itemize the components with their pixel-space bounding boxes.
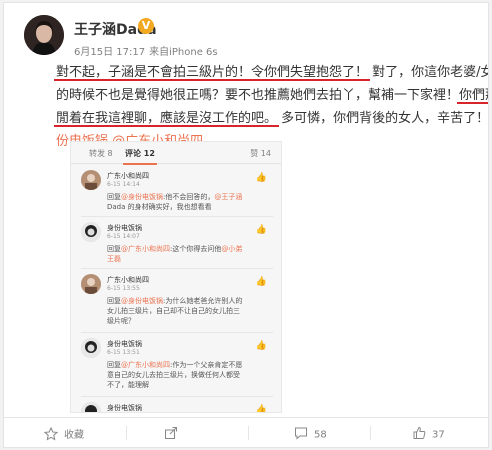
comment-text: 回复@身份电饭锅:为什么她老爸允许别人的 女儿拍三级片，自己却不让自己的女儿拍三… [107,296,267,326]
comment-like-icon[interactable]: 👍 [256,341,267,351]
action-bar: 收藏 58 37 [4,417,488,447]
comment-time: 6-15 13:55 [107,285,140,292]
commenter-name[interactable]: 身份电饭锅 [107,339,142,349]
comment-text-part: :这个你得去问他 [170,245,222,253]
commenter-avatar[interactable] [81,222,101,242]
like-button[interactable]: 37 [412,426,445,443]
reply-prefix: 回复 [107,297,121,305]
post-source: 来自iPhone 6s [149,47,218,58]
post-text-line3: 多可憐，你們背後的女人，辛苦了！ [281,111,489,126]
commenter-name[interactable]: 身份电饭锅 [107,223,142,233]
post-text-line1-rest: 對了，你這你老婆/女朋友 [372,65,488,80]
star-icon [43,426,59,444]
post-meta: 6月15日 17:17 来自iPhone 6s [74,43,218,58]
divider [81,396,273,397]
divider [248,426,249,440]
commenter-name[interactable]: 广东小和尚四 [107,171,149,181]
divider [81,216,273,217]
commenter-name[interactable]: 身份电饭锅 [107,403,142,412]
comment-like-icon[interactable]: 👍 [256,173,267,183]
favorite-label: 收藏 [64,430,84,441]
commenter-avatar[interactable] [81,170,101,190]
comment-time: 6-15 13:51 [107,349,140,356]
mention-link[interactable]: @广东小和尚四 [121,361,170,369]
verified-icon: V [138,18,154,34]
share-icon [164,426,178,443]
comment-text-part: 女儿拍三级片，自己却不让自己的女儿拍三 [107,307,240,315]
underlined-text-2: 你們那麼 [459,88,488,103]
commenter-avatar[interactable] [81,274,101,294]
comment-icon [294,426,308,443]
commenter-name[interactable]: 广东小和尚四 [107,275,149,285]
mention-link[interactable]: @小弟 [221,245,242,253]
tab-likes[interactable]: 赞 14 [250,148,271,159]
favorite-button[interactable]: 收藏 [43,426,84,444]
comment-button[interactable]: 58 [294,426,327,443]
mention-link[interactable]: @王子涵 [214,193,242,201]
comment-text-part: 不了，能理解 [107,381,149,389]
reply-prefix: 回复 [107,245,121,253]
comment-panel: 转发 8 评论 12 赞 14 广东小和尚四 6-15 14:14 👍 回复@身… [70,141,282,413]
reply-prefix: 回复 [107,361,121,369]
share-button[interactable] [164,426,184,443]
comment-text: 回复@广东小和尚四:作为一个父亲肯定不愿 意自己的女儿去拍三级片，换做任何人都受… [107,360,267,390]
underlined-text-3: 閒着在我這裡聊，應該是沒工作的吧。 [56,111,278,126]
comment-text-part: :他不会回答的， [163,193,215,201]
comment-like-icon[interactable]: 👍 [256,405,267,412]
mention-link[interactable]: @广东小和尚四 [121,245,170,253]
weibo-post-card: 王子涵Dada V 6月15日 17:17 来自iPhone 6s 對不起，子涵是… [3,2,489,448]
tab-comments[interactable]: 评论 12 [123,148,157,165]
comment-text: 回复@广东小和尚四:这个你得去问他@小弟 王磊 [107,244,267,264]
like-count: 37 [432,429,445,441]
comment-count: 58 [314,429,327,441]
comment-time: 6-15 14:14 [107,181,140,188]
divider [370,426,371,440]
comment-text-part: Dada 的身材确实好，我也想看看 [107,203,212,211]
post-text: 對不起，子涵是不會拍三級片的！令你們失望抱怨了！ 對了，你這你老婆/女朋友 的時… [56,61,488,153]
reply-prefix: 回复 [107,193,121,201]
comment-like-icon[interactable]: 👍 [256,225,267,235]
mention-link[interactable]: @身份电饭锅 [121,297,163,305]
comment-text-part: :为什么她老爸允许别人的 [163,297,243,305]
comment-text: 回复@身份电饭锅:他不会回答的，@王子涵 Dada 的身材确实好，我也想看看 [107,192,267,212]
comment-text-part: 级片呢？ [107,317,135,325]
divider [126,426,127,440]
comment-time: 6-15 14:07 [107,233,140,240]
tab-forward[interactable]: 转发 8 [89,148,113,159]
comment-panel-tabs: 转发 8 评论 12 赞 14 [71,142,281,165]
underlined-text-1: 對不起，子涵是不會拍三級片的！令你們失望抱怨了！ [56,65,369,80]
post-text-line2: 的時候不也是覺得她很正嗎？要不也推薦她們去拍丫，幫補一下家裡！ [56,88,460,103]
mention-link[interactable]: 王磊 [107,255,121,263]
comment-text-part: :作为一个父亲肯定不愿 [170,361,243,369]
comment-like-icon[interactable]: 👍 [256,277,267,287]
mention-link[interactable]: @身份电饭锅 [121,193,163,201]
comment-text-part: 意自己的女儿去拍三级片，换做任何人都受 [107,371,240,379]
post-date[interactable]: 6月15日 17:17 [74,47,145,58]
commenter-avatar[interactable] [81,402,101,412]
author-avatar[interactable] [24,15,64,55]
thumbs-up-icon [412,426,426,443]
divider [81,332,273,333]
commenter-avatar[interactable] [81,338,101,358]
divider [81,268,273,269]
